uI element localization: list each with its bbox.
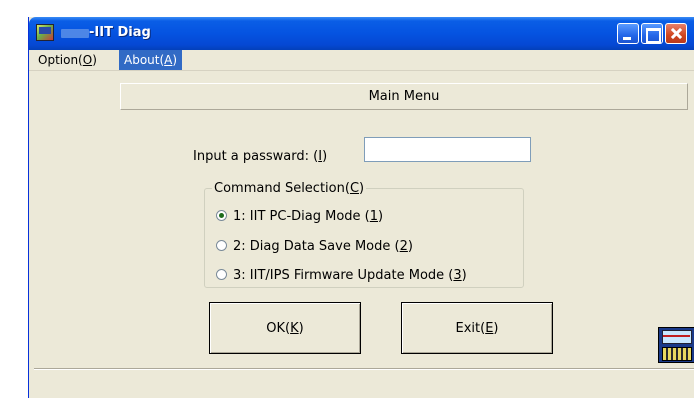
main-menu-header: Main Menu [120,83,688,110]
command-selection-group: Command Selection(C) 1: IIT PC-Diag Mode… [204,181,524,288]
password-input[interactable] [364,137,531,162]
main-menu-label: Main Menu [368,89,440,104]
menu-option[interactable]: Option(O) [33,50,102,70]
menu-about-label: About( [124,53,165,67]
title-bar[interactable]: -IIT Diag [29,17,694,50]
menu-bar: Option(O) About(A) [29,50,694,70]
title-redaction [61,29,89,38]
app-monitor-icon[interactable] [36,24,54,41]
ok-button-end: ) [298,320,304,336]
menu-option-label: Option( [38,53,83,67]
maximize-icon[interactable] [641,23,663,44]
logo-keyboard [662,347,692,361]
password-label-text: Input a passward: ( [193,149,319,164]
radio-button[interactable] [216,269,227,280]
command-selection-key: C [349,181,360,196]
command-selection-end: ) [359,181,365,196]
password-label: Input a passward: (I) [193,149,327,164]
menu-separator [29,70,694,71]
exit-button-label: Exit( [455,320,486,336]
logo-screen [662,330,692,344]
radio-key: 3 [453,268,462,283]
exit-button-end: ) [493,320,499,336]
menu-option-end: ) [92,53,97,67]
radio-label: 2: Diag Data Save Mode ( [233,239,400,254]
radio-key: 2 [399,239,408,254]
window-title: -IIT Diag [89,25,151,40]
radio-data-save-mode[interactable]: 2: Diag Data Save Mode (2) [216,238,413,256]
menu-about[interactable]: About(A) [119,50,183,70]
minimize-icon[interactable] [617,23,639,44]
command-selection-label: Command Selection( [214,181,350,196]
radio-label-end: ) [461,268,467,283]
ok-button-label: OK( [266,320,291,336]
radio-key: 1 [369,209,379,224]
ok-button-key: K [290,320,299,336]
radio-button-checked[interactable] [216,210,227,221]
close-icon[interactable] [665,23,687,44]
logo-waveform [663,335,690,337]
radio-firmware-update-mode[interactable]: 3: IIT/IPS Firmware Update Mode (3) [216,267,467,285]
radio-label: 1: IIT PC-Diag Mode ( [233,209,370,224]
ok-button[interactable]: OK(K) [209,302,361,354]
command-selection-legend: Command Selection(C) [212,181,366,196]
password-label-end: ) [322,149,328,164]
radio-button[interactable] [216,240,227,251]
radio-label-end: ) [407,239,413,254]
exit-button[interactable]: Exit(E) [401,302,553,354]
menu-option-key: O [82,53,93,67]
menu-about-end: ) [172,53,178,67]
radio-label: 3: IIT/IPS Firmware Update Mode ( [233,268,454,283]
radio-pc-diag-mode[interactable]: 1: IIT PC-Diag Mode (1) [216,208,383,226]
diag-logo-icon [658,327,694,363]
radio-label-end: ) [378,209,384,224]
status-bar [34,368,694,398]
app-window: -IIT Diag Option(O) About(A) Main Menu I… [28,17,694,398]
